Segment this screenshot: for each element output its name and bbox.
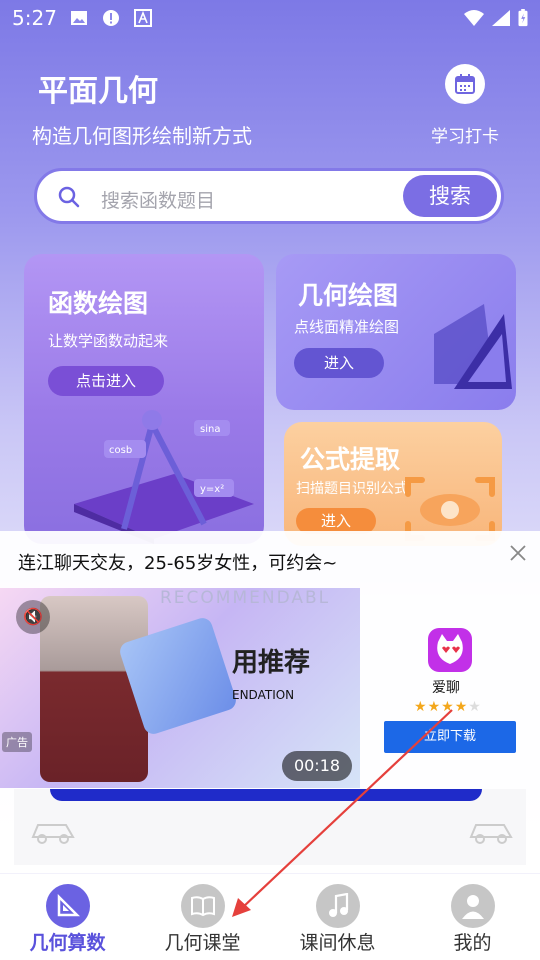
ad-image-text: RECOMMENDABL bbox=[160, 588, 331, 608]
bottom-nav: 几何算数 几何课堂 课间休息 我的 bbox=[0, 874, 540, 960]
star-icon: ★ bbox=[454, 699, 469, 715]
card-subtitle: 点线面精准绘图 bbox=[294, 318, 400, 336]
calendar-icon bbox=[455, 74, 475, 94]
card-title: 几何绘图 bbox=[298, 281, 399, 310]
mute-button[interactable]: 🔇 bbox=[16, 600, 50, 634]
decor-label: sina bbox=[200, 424, 220, 435]
checkin-label[interactable]: 学习打卡 bbox=[431, 122, 499, 147]
formula-extract-card[interactable]: 公式提取 扫描题目识别公式 进入 bbox=[284, 422, 502, 546]
decor-label: cosb bbox=[109, 445, 132, 456]
image-icon bbox=[71, 11, 87, 25]
page-title: 平面几何 bbox=[38, 74, 158, 109]
nav-label: 课间休息 bbox=[299, 932, 376, 954]
book-icon bbox=[181, 884, 225, 928]
ad-bottom-bar bbox=[50, 789, 482, 801]
star-icon: ★ bbox=[427, 699, 442, 715]
ad-tag: 广告 bbox=[2, 732, 32, 752]
nav-item-profile[interactable]: 我的 bbox=[405, 874, 540, 960]
app-rating: ★★★★★ bbox=[414, 699, 482, 715]
page-subtitle: 构造几何图形绘制新方式 bbox=[32, 124, 252, 148]
ad-image-headline: 用推荐 bbox=[232, 648, 311, 678]
card-subtitle: 让数学函数动起来 bbox=[48, 332, 169, 350]
cat-face-icon bbox=[437, 634, 463, 664]
card-title: 公式提取 bbox=[300, 445, 401, 474]
alert-icon bbox=[103, 10, 119, 26]
function-plot-card[interactable]: 函数绘图 让数学函数动起来 点击进入 cosb sina y=x² bbox=[24, 254, 264, 544]
a-icon bbox=[134, 9, 152, 27]
search-button[interactable]: 搜索 bbox=[403, 175, 497, 217]
search-icon bbox=[58, 186, 80, 208]
music-icon bbox=[316, 884, 360, 928]
video-duration: 00:18 bbox=[282, 751, 352, 781]
muted-speaker-icon: 🔇 bbox=[23, 607, 43, 626]
signal-icon bbox=[492, 10, 510, 26]
enter-button[interactable]: 点击进入 bbox=[48, 366, 164, 396]
download-button[interactable]: 立即下载 bbox=[384, 721, 516, 753]
star-icon: ★ bbox=[441, 699, 455, 715]
nav-item-geometry-math[interactable]: 几何算数 bbox=[0, 874, 135, 960]
nav-label: 我的 bbox=[453, 932, 492, 954]
search-input[interactable]: 搜索函数题目 bbox=[101, 186, 215, 213]
geometry-icon bbox=[46, 884, 90, 928]
ad-overlay[interactable]: 连江聊天交友，25-65岁女性，可约会~ RECOMMENDABL 用推荐 EN… bbox=[0, 531, 540, 873]
ad-video[interactable]: RECOMMENDABL 用推荐 ENDATION 🔇 广告 00:18 bbox=[0, 588, 360, 788]
nav-item-geometry-class[interactable]: 几何课堂 bbox=[135, 874, 270, 960]
star-icon: ★ bbox=[468, 699, 482, 715]
geometry-plot-card[interactable]: 几何绘图 点线面精准绘图 进入 bbox=[276, 254, 516, 410]
close-icon[interactable] bbox=[508, 543, 528, 563]
status-bar: 5:27 bbox=[0, 0, 540, 36]
triangle-ruler-illustration bbox=[434, 304, 512, 389]
user-icon bbox=[451, 884, 495, 928]
compass-book-illustration: cosb sina y=x² bbox=[74, 410, 254, 544]
car-icon bbox=[469, 824, 513, 844]
checkin-button[interactable] bbox=[445, 64, 485, 104]
nav-label: 几何算数 bbox=[29, 932, 106, 954]
decor-label: y=x² bbox=[200, 484, 224, 495]
status-time: 5:27 bbox=[12, 6, 57, 30]
app-name: 爱聊 bbox=[432, 680, 460, 696]
card-title: 函数绘图 bbox=[48, 289, 149, 318]
wifi-icon bbox=[464, 10, 484, 26]
nav-item-break[interactable]: 课间休息 bbox=[270, 874, 405, 960]
search-bar[interactable]: 搜索函数题目 搜索 bbox=[34, 168, 504, 224]
battery-icon bbox=[518, 9, 528, 27]
ad-image-subtext: ENDATION bbox=[232, 688, 295, 702]
nav-label: 几何课堂 bbox=[164, 932, 241, 954]
car-icon bbox=[31, 824, 75, 844]
star-icon: ★ bbox=[414, 699, 428, 715]
ad-title: 连江聊天交友，25-65岁女性，可约会~ bbox=[18, 553, 338, 574]
enter-button[interactable]: 进入 bbox=[294, 348, 384, 378]
card-subtitle: 扫描题目识别公式 bbox=[296, 481, 408, 497]
app-icon[interactable] bbox=[428, 628, 472, 672]
